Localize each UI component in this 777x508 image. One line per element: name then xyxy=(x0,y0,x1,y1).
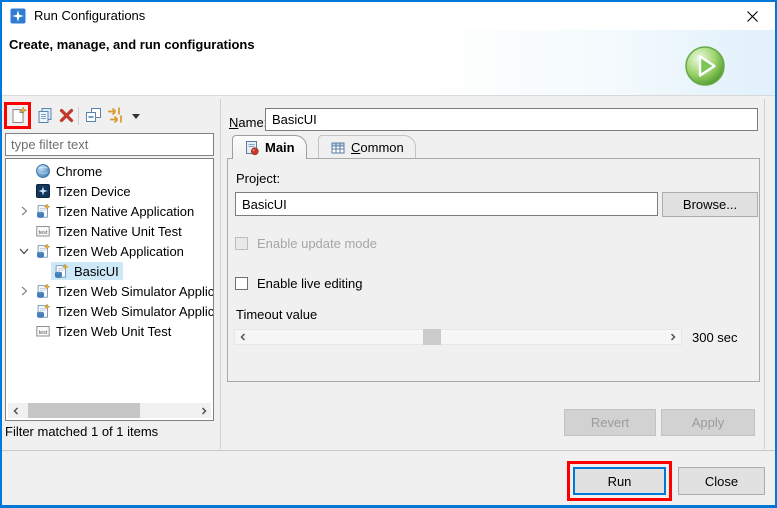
timeout-value: 300 sec xyxy=(692,330,738,345)
main-tab-content: Project: Browse... Enable update mode En… xyxy=(227,158,760,382)
dialog-content: Chrome Tizen Device Tizen Native Applica… xyxy=(2,97,775,450)
tree-horizontal-scrollbar[interactable] xyxy=(8,403,211,418)
scroll-right-icon[interactable] xyxy=(196,403,211,418)
expander-expanded-icon[interactable] xyxy=(17,244,31,258)
apply-button: Apply xyxy=(661,409,755,436)
scrollbar-thumb[interactable] xyxy=(28,403,140,418)
filter-configurations-icon[interactable] xyxy=(106,106,125,125)
name-label: Name: xyxy=(229,111,267,134)
scroll-left-icon[interactable] xyxy=(8,403,23,418)
slider-track[interactable] xyxy=(251,329,665,345)
main-tab-icon xyxy=(244,140,260,156)
slider-thumb[interactable] xyxy=(423,329,441,345)
enable-live-editing-row[interactable]: Enable live editing xyxy=(235,276,363,291)
common-tab-icon xyxy=(330,140,346,156)
tizen-app-icon xyxy=(35,283,51,299)
chrome-icon xyxy=(35,163,51,179)
filter-menu-caret-icon[interactable] xyxy=(132,114,140,119)
filter-status-text: Filter matched 1 of 1 items xyxy=(5,424,158,439)
tree-item-tizen-native-application[interactable]: Tizen Native Application xyxy=(6,201,214,221)
toolbar-separator xyxy=(78,107,79,125)
tizen-app-icon xyxy=(35,203,51,219)
close-button[interactable]: Close xyxy=(678,467,765,495)
timeout-slider[interactable] xyxy=(234,329,682,345)
slider-increase-icon[interactable] xyxy=(665,329,681,345)
tree-item-tizen-web-application[interactable]: Tizen Web Application xyxy=(6,241,214,261)
configurations-tree: Chrome Tizen Device Tizen Native Applica… xyxy=(5,158,214,421)
scrollbar-track[interactable] xyxy=(23,403,196,418)
run-configurations-dialog: Run Configurations Create, manage, and r… xyxy=(0,0,777,508)
close-icon[interactable] xyxy=(735,2,769,30)
tree-item-basicui-selected[interactable]: BasicUI xyxy=(6,261,214,281)
enable-update-mode-checkbox xyxy=(235,237,248,250)
browse-button[interactable]: Browse... xyxy=(662,192,758,217)
tab-main[interactable]: Main xyxy=(232,135,307,159)
expander-collapsed-icon[interactable] xyxy=(17,204,31,218)
duplicate-configuration-icon[interactable] xyxy=(36,106,55,125)
unit-test-icon xyxy=(35,223,51,239)
tizen-device-icon xyxy=(35,183,51,199)
tab-common[interactable]: Common xyxy=(318,135,416,159)
title-bar: Run Configurations xyxy=(2,2,775,30)
name-input[interactable] xyxy=(265,108,758,131)
new-configuration-icon[interactable] xyxy=(9,106,28,125)
window-title: Run Configurations xyxy=(34,2,145,30)
enable-update-mode-row: Enable update mode xyxy=(235,236,377,251)
dialog-header-banner: Create, manage, and run configurations xyxy=(2,30,775,96)
tree-item-tizen-web-simulator-application-2[interactable]: Tizen Web Simulator Applicati xyxy=(6,301,214,321)
delete-configuration-icon[interactable] xyxy=(57,106,76,125)
tizen-logo-icon xyxy=(10,8,26,24)
collapse-all-icon[interactable] xyxy=(84,106,103,125)
tree-item-tizen-web-simulator-application-1[interactable]: Tizen Web Simulator Applicati xyxy=(6,281,214,301)
project-label: Project: xyxy=(236,171,280,186)
right-panel-edge xyxy=(764,99,765,449)
tree-item-tizen-web-unit-test[interactable]: Tizen Web Unit Test xyxy=(6,321,214,341)
tizen-app-icon xyxy=(35,303,51,319)
tree-item-tizen-device[interactable]: Tizen Device xyxy=(6,181,214,201)
tree-item-tizen-native-unit-test[interactable]: Tizen Native Unit Test xyxy=(6,221,214,241)
tree-item-chrome[interactable]: Chrome xyxy=(6,161,214,181)
revert-button: Revert xyxy=(564,409,656,436)
tree-selection: BasicUI xyxy=(51,262,123,280)
expander-collapsed-icon[interactable] xyxy=(17,284,31,298)
panel-sash[interactable] xyxy=(220,99,221,449)
run-button[interactable]: Run xyxy=(573,467,666,495)
filter-input[interactable] xyxy=(5,133,214,156)
enable-live-editing-checkbox[interactable] xyxy=(235,277,248,290)
tizen-app-icon xyxy=(53,263,69,279)
project-input[interactable] xyxy=(235,192,658,216)
dialog-header-title: Create, manage, and run configurations xyxy=(9,37,255,52)
tizen-app-icon xyxy=(35,243,51,259)
timeout-label: Timeout value xyxy=(236,307,317,322)
run-play-icon xyxy=(684,45,726,87)
unit-test-icon xyxy=(35,323,51,339)
button-bar: Run Close xyxy=(2,451,775,505)
slider-decrease-icon[interactable] xyxy=(235,329,251,345)
